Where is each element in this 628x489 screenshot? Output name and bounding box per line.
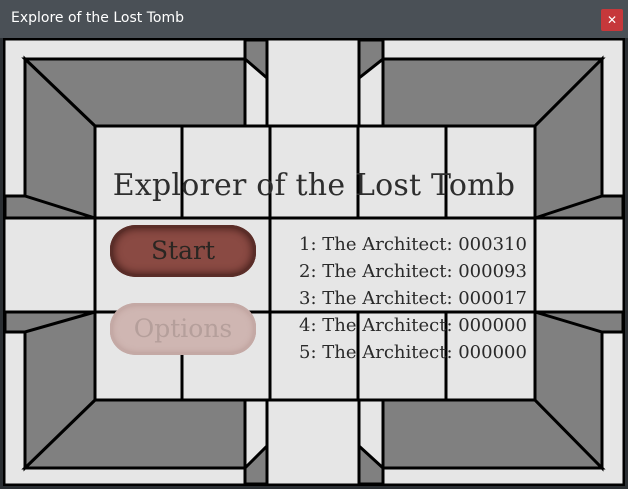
window-title: Explore of the Lost Tomb bbox=[11, 10, 184, 26]
start-button[interactable]: Start bbox=[110, 225, 256, 277]
close-button[interactable]: ✕ bbox=[601, 9, 623, 31]
highscore-entry: 4: The Architect: 000000 bbox=[299, 315, 527, 336]
close-icon: ✕ bbox=[606, 13, 618, 27]
highscore-entry: 2: The Architect: 000093 bbox=[299, 261, 527, 282]
window-title-bar[interactable]: Explore of the Lost Tomb ✕ bbox=[0, 0, 628, 38]
door-jamb-top-left bbox=[243, 38, 269, 82]
options-button[interactable]: Options bbox=[110, 303, 256, 355]
game-title: Explorer of the Lost Tomb bbox=[112, 168, 516, 203]
highscore-entry: 1: The Architect: 000310 bbox=[299, 234, 527, 255]
highscore-entry: 3: The Architect: 000017 bbox=[299, 288, 527, 309]
highscore-list: 1: The Architect: 000310 2: The Architec… bbox=[299, 231, 539, 366]
door-jamb-top-right bbox=[357, 38, 385, 82]
door-jamb-bottom-right bbox=[357, 442, 385, 486]
highscore-entry: 5: The Architect: 000000 bbox=[299, 342, 527, 363]
game-canvas[interactable]: Explorer of the Lost Tomb Start Options … bbox=[3, 38, 625, 486]
door-jamb-bottom-left bbox=[243, 442, 269, 486]
